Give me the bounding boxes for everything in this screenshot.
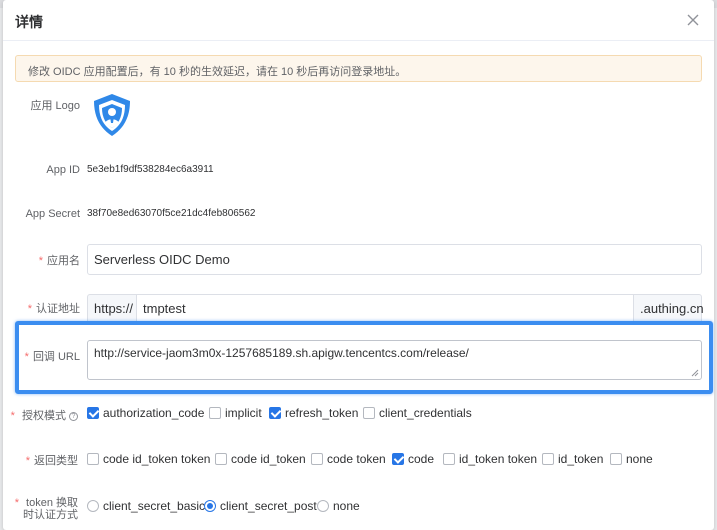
token-auth-option-label: client_secret_basic: [103, 499, 206, 513]
grant-option-label: client_credentials: [379, 406, 472, 420]
token-auth-option-basic[interactable]: client_secret_basic: [87, 499, 205, 513]
app-name-input[interactable]: Serverless OIDC Demo: [87, 244, 702, 275]
app-id-value: 5e3eb1f9df538284ec6a3911: [87, 164, 214, 175]
checkbox-icon[interactable]: [209, 407, 221, 419]
app-id-label: App ID: [46, 164, 80, 176]
grant-types-label: 授权模式?: [3, 407, 78, 423]
response-option-id-token-token[interactable]: id_token token: [443, 452, 537, 466]
response-option-code[interactable]: code: [392, 452, 434, 466]
checkbox-checked-icon[interactable]: [269, 407, 281, 419]
checkbox-icon[interactable]: [87, 453, 99, 465]
token-auth-label: token 换取: [3, 497, 78, 509]
callback-url-value: http://service-jaom3m0x-1257685189.sh.ap…: [94, 346, 469, 360]
auth-url-label: 认证地址: [3, 300, 80, 316]
close-icon[interactable]: [684, 11, 702, 29]
grant-types-label-text: 授权模式: [22, 410, 66, 422]
callback-url-label: 回调 URL: [3, 348, 80, 364]
response-option-code-id-token[interactable]: code id_token: [215, 452, 306, 466]
response-option-none[interactable]: none: [610, 452, 653, 466]
grant-option-label: implicit: [225, 406, 262, 420]
checkbox-checked-icon[interactable]: [87, 407, 99, 419]
app-name-label: 应用名: [3, 252, 80, 268]
token-auth-label-second: 时认证方式: [23, 509, 78, 521]
response-option-label: code: [408, 452, 435, 466]
token-auth-option-label: none: [333, 499, 360, 513]
response-option-label: id_token: [558, 452, 604, 466]
callback-url-textarea[interactable]: http://service-jaom3m0x-1257685189.sh.ap…: [87, 340, 702, 380]
token-auth-option-post[interactable]: client_secret_post: [204, 499, 317, 513]
response-option-code-id-token-token[interactable]: code id_token token: [87, 452, 210, 466]
token-auth-label-line1: token 换取: [26, 497, 78, 509]
checkbox-icon[interactable]: [610, 453, 622, 465]
response-types-label: 返回类型: [3, 452, 78, 468]
radio-icon[interactable]: [317, 500, 329, 512]
response-option-label: id_token token: [459, 452, 538, 466]
radio-icon[interactable]: [87, 500, 99, 512]
grant-option-client-credentials[interactable]: client_credentials: [363, 406, 472, 420]
dialog-header: 详情: [3, 0, 714, 41]
response-option-label: none: [626, 452, 653, 466]
checkbox-icon[interactable]: [443, 453, 455, 465]
checkbox-icon[interactable]: [542, 453, 554, 465]
auth-url-prefix: https://: [87, 294, 137, 324]
details-dialog: 详情 修改 OIDC 应用配置后，有 10 秒的生效延迟，请在 10 秒后再访问…: [3, 0, 714, 530]
grant-option-refresh-token[interactable]: refresh_token: [269, 406, 358, 420]
logo-label: 应用 Logo: [30, 100, 80, 112]
checkbox-icon[interactable]: [311, 453, 323, 465]
checkbox-icon[interactable]: [363, 407, 375, 419]
auth-url-suffix: .authing.cn: [633, 294, 704, 324]
radio-selected-icon[interactable]: [204, 500, 216, 512]
grant-option-implicit[interactable]: implicit: [209, 406, 262, 420]
checkbox-checked-icon[interactable]: [392, 453, 404, 465]
help-icon[interactable]: ?: [69, 412, 78, 421]
checkbox-icon[interactable]: [215, 453, 227, 465]
app-secret-label: App Secret: [25, 208, 80, 220]
response-option-label: code token: [327, 452, 386, 466]
config-delay-notice: 修改 OIDC 应用配置后，有 10 秒的生效延迟，请在 10 秒后再访问登录地…: [15, 55, 702, 82]
response-option-code-token[interactable]: code token: [311, 452, 386, 466]
response-option-id-token[interactable]: id_token: [542, 452, 603, 466]
response-option-label: code id_token: [231, 452, 306, 466]
app-secret-value: 38f70e8ed63070f5ce21dc4feb806562: [87, 208, 256, 219]
token-auth-option-label: client_secret_post: [220, 499, 317, 513]
dialog-title: 详情: [15, 14, 43, 30]
token-auth-option-none[interactable]: none: [317, 499, 360, 513]
auth-url-subdomain-input[interactable]: tmptest: [136, 294, 634, 324]
grant-option-authorization-code[interactable]: authorization_code: [87, 406, 204, 420]
shield-logo-icon: [94, 94, 130, 136]
grant-option-label: refresh_token: [285, 406, 359, 420]
grant-option-label: authorization_code: [103, 406, 205, 420]
resize-handle-icon[interactable]: [691, 369, 699, 377]
response-option-label: code id_token token: [103, 452, 211, 466]
